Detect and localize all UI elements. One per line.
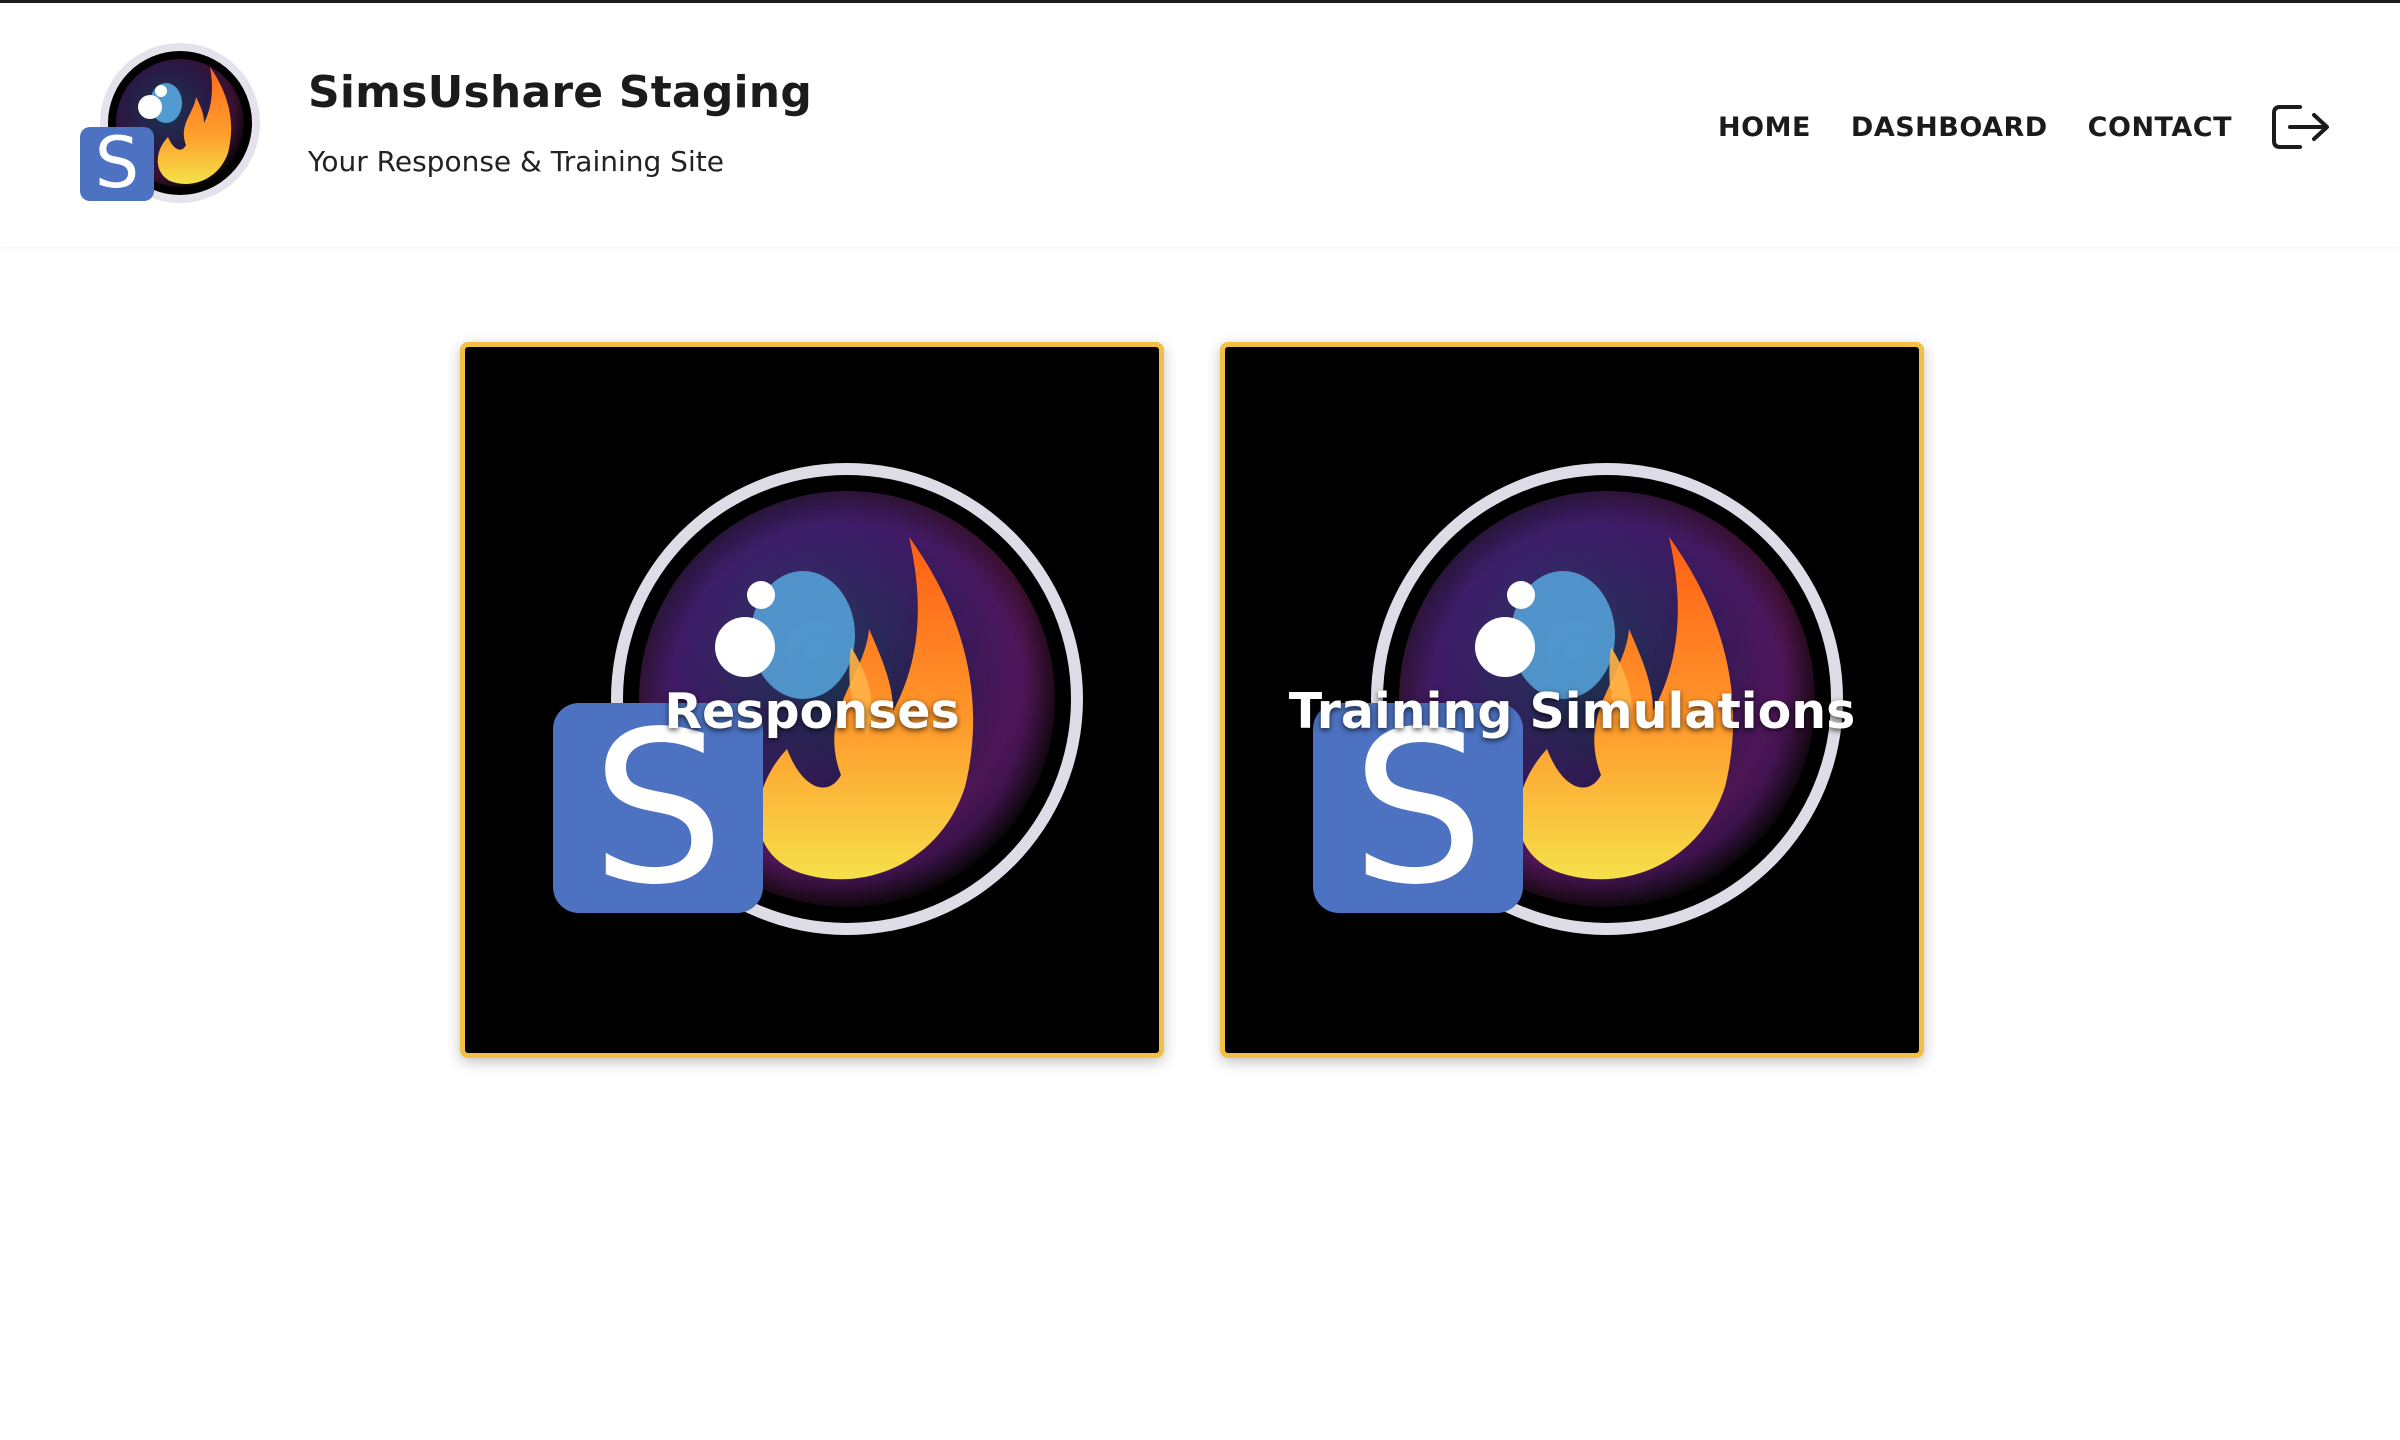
- site-tagline: Your Response & Training Site: [308, 145, 724, 178]
- simsushare-logo-icon: S: [80, 43, 260, 204]
- nav-dashboard[interactable]: DASHBOARD: [1851, 112, 2048, 143]
- card-label: Training Simulations: [1288, 683, 1856, 740]
- card-label: Responses: [664, 683, 960, 740]
- site-logo[interactable]: S: [78, 41, 268, 211]
- card-training-simulations[interactable]: S Training Simulations: [1220, 342, 1924, 1058]
- site-header: S SimsUshare Staging Your Response & Tra…: [0, 3, 2400, 247]
- site-title[interactable]: SimsUshare Staging: [308, 67, 812, 118]
- nav-contact[interactable]: CONTACT: [2088, 112, 2232, 143]
- nav-home[interactable]: HOME: [1718, 112, 1811, 143]
- card-responses[interactable]: S Responses: [460, 342, 1164, 1058]
- logout-icon[interactable]: [2270, 101, 2332, 153]
- svg-text:S: S: [95, 122, 139, 204]
- main-nav: HOME DASHBOARD CONTACT: [1718, 105, 2400, 149]
